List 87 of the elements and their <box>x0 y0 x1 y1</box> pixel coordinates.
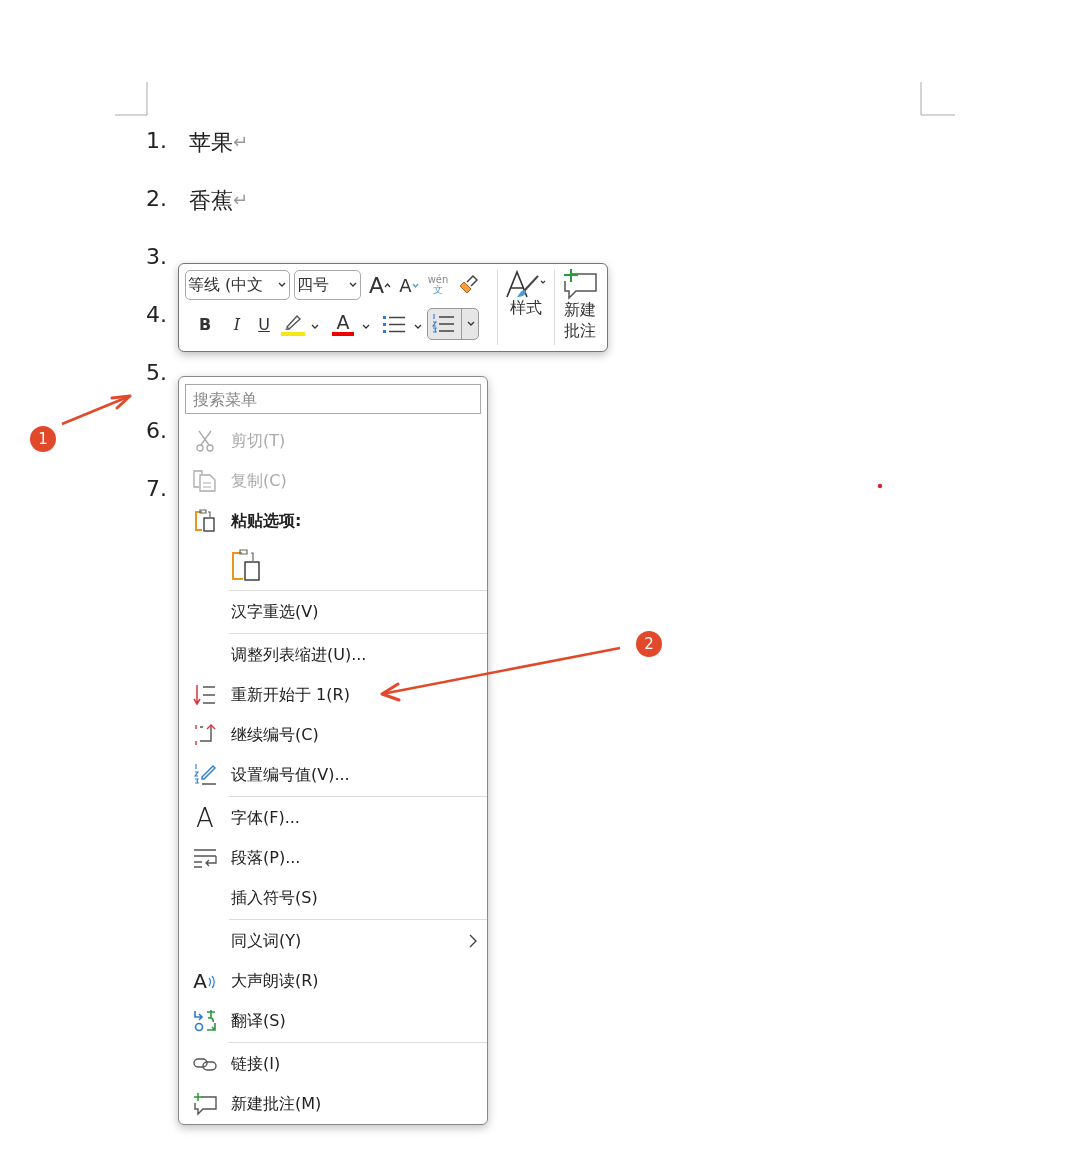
styles-button[interactable]: 样式 <box>498 264 554 351</box>
stray-dot <box>877 483 883 489</box>
numbering-button[interactable] <box>427 308 479 340</box>
menu-item-label: 汉字重选(V) <box>231 601 319 623</box>
menu-item-label: 链接(I) <box>231 1053 281 1075</box>
clipboard-icon <box>194 509 216 533</box>
menu-item-label: 调整列表缩进(U)... <box>231 644 367 666</box>
paintbrush-icon <box>457 274 479 296</box>
menu-item-label: 重新开始于 1(R) <box>231 684 350 706</box>
paragraph-mark: ↵ <box>233 189 249 210</box>
paragraph-mark: ↵ <box>233 131 249 152</box>
menu-item[interactable]: 调整列表缩进(U)... <box>179 635 487 675</box>
step-badge: 2 <box>636 631 662 657</box>
grow-font-button[interactable]: A <box>365 270 395 300</box>
list-number: 2. <box>146 186 168 211</box>
menu-item[interactable]: A 字体(F)... <box>179 798 487 838</box>
restart-numbering-icon <box>193 683 217 707</box>
menu-item[interactable]: 链接(I) <box>179 1044 487 1084</box>
list-item-text: 香蕉 <box>189 187 233 215</box>
set-numbering-value-icon <box>193 763 217 787</box>
caret-icon <box>349 282 357 288</box>
phonetic-guide-button[interactable]: wén 文 <box>423 270 453 300</box>
paste-keep-format-button[interactable] <box>231 549 261 581</box>
step-badge: 1 <box>30 426 56 452</box>
copy-icon <box>193 470 217 492</box>
menu-item-label: 同义词(Y) <box>231 930 302 952</box>
menu-item[interactable]: 设置编号值(V)... <box>179 755 487 795</box>
new-comment-icon <box>193 1092 217 1116</box>
list-number: 1. <box>146 128 168 153</box>
highlighter-icon <box>281 312 305 336</box>
menu-item-label: 字体(F)... <box>231 807 300 829</box>
menu-item-label: 翻译(S) <box>231 1010 286 1032</box>
menu-item-label: 设置编号值(V)... <box>231 764 350 786</box>
menu-item[interactable]: 新建批注(M) <box>179 1084 487 1124</box>
new-comment-button[interactable]: 新建批注 <box>555 264 605 351</box>
italic-button[interactable]: I <box>221 309 253 339</box>
caret-icon <box>414 323 422 330</box>
numbered-list-icon <box>431 313 455 335</box>
menu-item-label: 继续编号(C) <box>231 724 319 746</box>
caret-icon <box>278 282 286 288</box>
link-icon <box>193 1056 217 1072</box>
menu-item[interactable]: 插入符号(S) <box>179 878 487 918</box>
font-size-field[interactable]: 四号 <box>294 270 361 300</box>
menu-item[interactable]: 翻译(S) <box>179 1001 487 1041</box>
menu-item[interactable]: 重新开始于 1(R) <box>179 675 487 715</box>
list-number: 5. <box>146 360 168 385</box>
bold-button[interactable]: B <box>189 309 221 339</box>
font-name-field[interactable]: 等线 (中文 <box>185 270 290 300</box>
caret-down-icon <box>411 282 419 288</box>
list-number: 6. <box>146 418 168 443</box>
list-number: 4. <box>146 302 168 327</box>
menu-item-label: 大声朗读(R) <box>231 970 319 992</box>
underline-button[interactable]: U <box>253 309 275 339</box>
translate-icon <box>193 1009 217 1033</box>
caret-icon <box>467 321 475 327</box>
menu-item[interactable]: 同义词(Y) <box>179 921 487 961</box>
menu-header: 粘贴选项: <box>231 510 302 532</box>
menu-item-label: 段落(P)... <box>231 847 301 869</box>
menu-item[interactable]: A 大声朗读(R) <box>179 961 487 1001</box>
search-field[interactable]: 搜索菜单 <box>185 384 481 414</box>
crop-mark <box>920 82 956 117</box>
crop-mark <box>115 82 148 117</box>
color-bar <box>332 331 354 336</box>
font-color-button[interactable]: A <box>325 309 377 339</box>
list-item-text: 苹果 <box>189 129 233 157</box>
bullet-list-icon <box>382 314 406 334</box>
scissors-icon <box>196 430 214 452</box>
menu-item[interactable]: 继续编号(C) <box>179 715 487 755</box>
styles-icon <box>504 270 548 298</box>
menu-item[interactable]: 汉字重选(V) <box>179 592 487 632</box>
comment-plus-icon <box>562 268 598 300</box>
clipboard-icon <box>231 549 261 581</box>
shrink-font-button[interactable]: A <box>395 270 423 300</box>
annotation-arrow <box>61 394 132 426</box>
list-number: 7. <box>146 476 168 501</box>
list-number: 3. <box>146 244 168 269</box>
menu-item-label: 插入符号(S) <box>231 887 318 909</box>
caret-icon <box>362 323 370 330</box>
menu-item-label: 复制(C) <box>231 470 287 492</box>
caret-icon <box>311 323 319 330</box>
menu-item-label: 剪切(T) <box>231 430 286 452</box>
menu-item-label: 新建批注(M) <box>231 1093 322 1115</box>
menu-item[interactable]: 段落(P)... <box>179 838 487 878</box>
continue-numbering-icon <box>193 723 217 747</box>
caret-up-icon <box>384 282 392 288</box>
paragraph-icon <box>193 848 217 868</box>
font-icon: A <box>196 805 214 831</box>
